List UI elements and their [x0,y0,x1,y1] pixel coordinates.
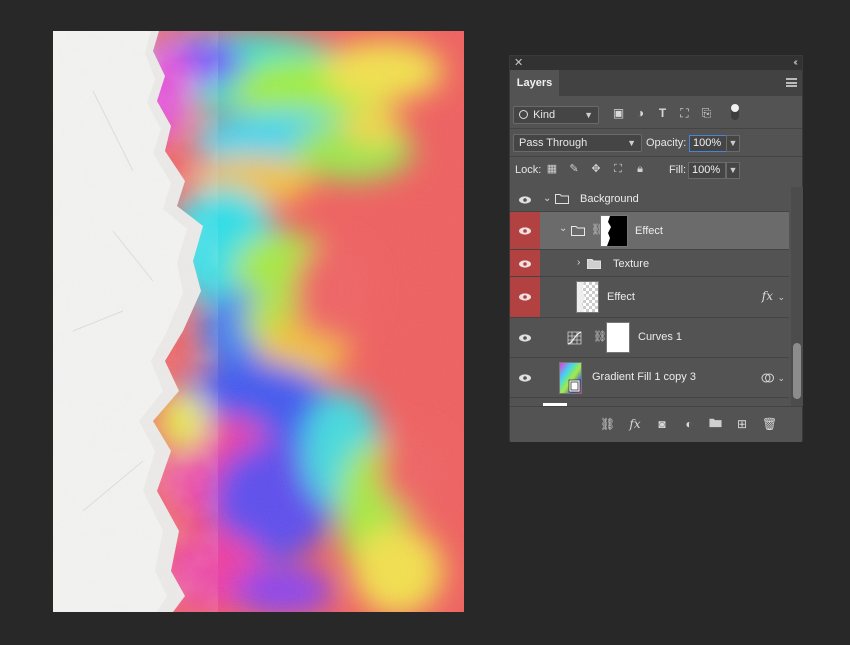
tab-layers[interactable]: Layers [510,70,559,96]
expand-effects-chevron-icon[interactable]: ⌄ [777,373,785,384]
expand-chevron-icon[interactable]: ⌄ [543,193,551,204]
layer-name: Effect [607,291,635,303]
link-layers-icon[interactable]: ⛓ [600,417,615,431]
layer-name: Background [580,193,639,205]
panel-tabbar: Layers [510,70,802,96]
blend-mode-label: Pass Through [519,137,588,149]
layer-row-gradient-fill[interactable]: Gradient Fill 1 copy 3 ⌄ [510,358,789,398]
search-icon [519,110,528,119]
shape-filter-icon[interactable]: ⛶ [678,107,691,119]
separator [510,156,802,157]
fill-label: Fill: [669,164,687,176]
fx-effects-icon[interactable]: fx [762,289,773,303]
adjustment-filter-icon[interactable]: ◑ [634,107,647,119]
lock-all-icon[interactable]: 🔒︎ [634,163,646,175]
layer-name: Gradient Fill 1 copy 3 [592,371,696,383]
layer-mask-thumbnail[interactable] [600,215,628,247]
fill-input[interactable]: 100% [688,162,726,179]
new-layer-icon[interactable]: ⊞ [735,417,749,431]
layer-row-texture[interactable]: › Texture [510,250,789,277]
lock-label: Lock: [515,164,542,176]
layers-list: ⌄ Background ⌄ ⛓ Effect › Texture Effect… [510,187,789,406]
image-filter-icon[interactable]: ▣ [612,107,625,119]
new-group-icon[interactable] [708,417,722,431]
layer-name: Effect [635,225,663,237]
add-mask-icon[interactable]: ◙ [655,417,669,431]
expand-effects-chevron-icon[interactable]: ⌄ [777,292,785,303]
visibility-eye-icon[interactable] [510,212,540,249]
fx-icon[interactable]: fx [628,417,642,431]
visibility-eye-icon[interactable] [510,277,540,317]
collapsed-chevron-icon[interactable]: › [577,257,580,268]
layers-panel: ✕ ‹‹ Layers Kind ▼ ▣ ◑ T ⛶ ⎘ Pass Throug… [509,55,803,442]
layer-row-curves[interactable]: ⛓ Curves 1 [510,318,789,358]
filter-kind-label: Kind [533,109,556,121]
visibility-eye-icon[interactable] [510,358,540,397]
visibility-eye-icon[interactable] [510,318,540,357]
layer-name: Curves 1 [638,331,683,343]
layer-row-effect-group[interactable]: ⌄ ⛓ Effect [510,212,789,250]
curves-adjustment-icon [567,331,582,345]
layers-scrollbar-thumb[interactable] [793,343,801,399]
layer-mask-thumbnail[interactable] [606,322,630,353]
close-panel-icon[interactable]: ✕ [514,56,523,70]
layer-row-background[interactable]: ⌄ Background [510,187,789,212]
fill-dropdown-icon[interactable]: ▼ [726,162,740,179]
trash-icon[interactable]: 🗑︎ [762,417,777,431]
layer-name: Texture [613,258,650,270]
blend-mode-select[interactable]: Pass Through ▼ [513,134,642,152]
layers-bottom-toolbar: ⛓ fx ◙ ◐ ⊞ 🗑︎ [510,406,802,442]
opacity-input[interactable]: 100% [689,135,727,152]
opacity-dropdown-icon[interactable]: ▼ [726,135,740,152]
filter-toggle-icon[interactable] [731,104,739,120]
panel-menu-icon[interactable] [786,78,797,87]
overlapping-circles-icon[interactable] [761,372,774,384]
chevron-down-icon: ▼ [584,110,593,120]
lock-position-icon[interactable]: ✥ [590,163,602,175]
lock-transparent-pixels-icon[interactable]: ▦ [546,163,558,175]
adjustment-layer-icon[interactable]: ◐ [682,417,696,431]
folder-icon [587,259,601,269]
smart-object-thumbnail[interactable] [559,362,582,394]
layer-row-partial[interactable] [510,398,789,406]
folder-icon [555,194,569,204]
rainbow-artwork [53,31,464,612]
opacity-label: Opacity: [646,137,687,149]
chevron-down-icon: ▼ [627,138,636,148]
smart-object-filter-icon[interactable]: ⎘ [700,107,713,119]
lock-artboard-icon[interactable]: ⛶ [612,163,624,175]
visibility-eye-icon[interactable] [510,187,540,211]
expand-chevron-icon[interactable]: ⌄ [559,223,567,234]
filter-kind-select[interactable]: Kind ▼ [513,106,599,124]
visibility-eye-icon[interactable] [510,250,540,276]
panel-titlebar: ✕ ‹‹ [510,56,802,70]
document-canvas[interactable] [53,31,464,612]
separator [510,128,802,129]
layer-thumbnail[interactable] [576,281,599,313]
type-filter-icon[interactable]: T [656,107,669,119]
lock-image-pixels-icon[interactable]: ✎ [568,163,580,175]
folder-icon [571,226,585,236]
collapse-panel-icon[interactable]: ‹‹ [793,56,797,70]
layer-row-effect[interactable]: Effect fx ⌄ [510,277,789,318]
link-chain-icon[interactable]: ⛓ [593,330,607,343]
